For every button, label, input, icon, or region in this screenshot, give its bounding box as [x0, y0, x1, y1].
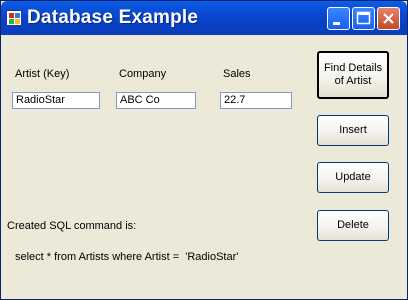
maximize-button[interactable]: [352, 7, 375, 30]
close-icon: [383, 13, 394, 24]
delete-button[interactable]: Delete: [317, 210, 389, 241]
minimize-icon: [333, 22, 340, 25]
minimize-button[interactable]: [327, 7, 350, 30]
artist-label: Artist (Key): [15, 68, 70, 80]
company-label: Company: [119, 68, 167, 80]
app-window: Database Example Artist (Key) Company Sa…: [0, 0, 408, 300]
sales-label: Sales: [223, 68, 251, 80]
database-app-icon[interactable]: [6, 10, 22, 26]
maximize-icon: [356, 11, 371, 25]
sql-caption: Created SQL command is:: [7, 220, 137, 232]
sales-input[interactable]: 22.7: [220, 92, 292, 109]
window-title: Database Example: [27, 7, 199, 28]
find-details-button[interactable]: Find Details of Artist: [317, 51, 389, 99]
company-input[interactable]: ABC Co: [116, 92, 196, 109]
sql-command-text: select * from Artists where Artist = 'Ra…: [15, 251, 239, 263]
title-bar[interactable]: Database Example: [1, 1, 407, 35]
update-button[interactable]: Update: [317, 162, 389, 193]
artist-input[interactable]: RadioStar: [12, 92, 100, 109]
close-button[interactable]: [377, 7, 400, 30]
insert-button[interactable]: Insert: [317, 115, 389, 146]
